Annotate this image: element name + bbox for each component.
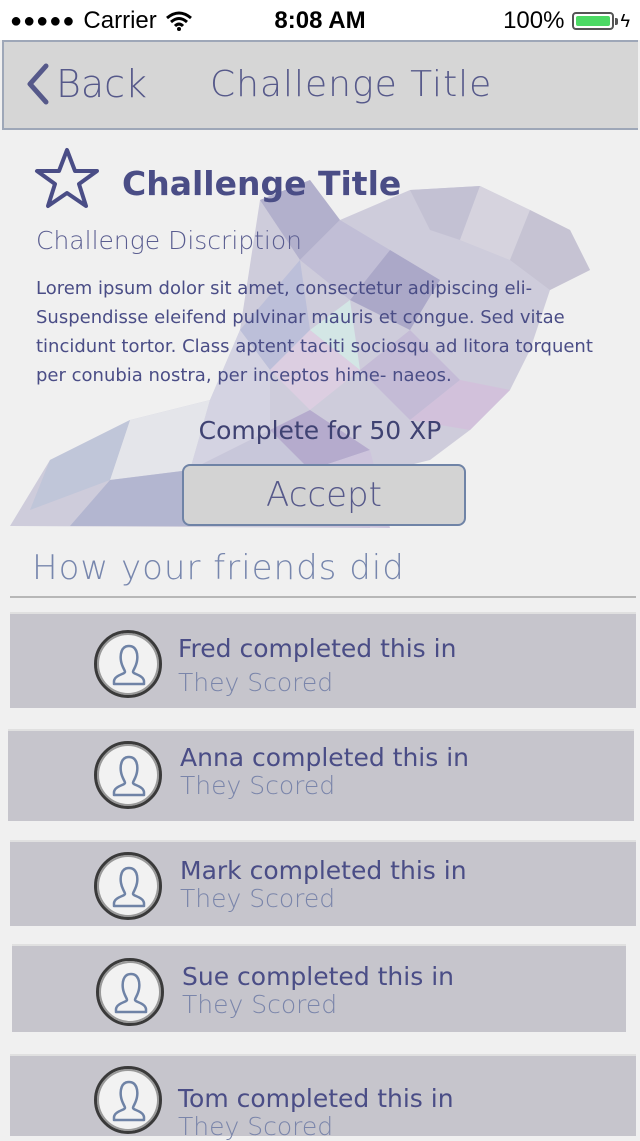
friend-name-line: Anna completed this in xyxy=(180,743,470,772)
avatar xyxy=(94,852,162,920)
friend-list-item[interactable]: Anna completed this in They Scored xyxy=(8,729,634,821)
status-right: 100% ϟ xyxy=(503,7,630,35)
friend-score-line: They Scored xyxy=(178,668,334,697)
chevron-left-icon xyxy=(27,63,49,105)
accept-button[interactable]: Accept xyxy=(182,464,466,526)
avatar xyxy=(94,741,162,809)
battery-percent: 100% xyxy=(503,7,565,34)
xp-reward-text: Complete for 50 XP xyxy=(198,416,442,445)
friend-name-line: Fred completed this in xyxy=(178,634,457,663)
user-silhouette-icon xyxy=(112,1080,146,1122)
friend-list-item[interactable]: Tom completed this in They Scored xyxy=(10,1054,636,1141)
nav-title: Challenge Title xyxy=(210,64,493,105)
battery-icon xyxy=(572,12,619,30)
battery-fill xyxy=(576,16,611,26)
divider xyxy=(10,596,636,598)
friend-score-line: They Scored xyxy=(180,884,336,913)
star-outline-icon[interactable] xyxy=(34,146,100,212)
user-silhouette-icon xyxy=(112,866,146,908)
challenge-title: Challenge Title xyxy=(122,164,402,203)
user-silhouette-icon xyxy=(114,972,148,1014)
user-silhouette-icon xyxy=(112,644,146,686)
friend-score-line: They Scored xyxy=(182,990,338,1019)
friend-name-line: Sue completed this in xyxy=(182,962,454,991)
avatar xyxy=(94,630,162,698)
friends-section-heading: How your friends did xyxy=(32,548,405,588)
user-silhouette-icon xyxy=(112,755,146,797)
battery-nub xyxy=(615,18,619,25)
challenge-description-label: Challenge Discription xyxy=(36,226,303,255)
friend-list-item[interactable]: Sue completed this in They Scored xyxy=(12,944,626,1032)
charging-bolt-icon: ϟ xyxy=(620,10,630,31)
friend-list-item[interactable]: Fred completed this in They Scored xyxy=(10,612,636,708)
challenge-card: Challenge Title Challenge Discription Lo… xyxy=(10,130,638,528)
friend-score-line: They Scored xyxy=(178,1112,334,1141)
friend-list-item[interactable]: Mark completed this in They Scored xyxy=(10,840,636,926)
friend-name-line: Tom completed this in xyxy=(178,1084,454,1113)
status-bar: ●●●●● Carrier 8:08 AM 100% ϟ xyxy=(0,0,640,40)
avatar xyxy=(94,1066,162,1134)
avatar xyxy=(96,958,164,1026)
navigation-bar: Back Challenge Title xyxy=(2,40,638,130)
friend-name-line: Mark completed this in xyxy=(180,856,467,885)
friend-score-line: They Scored xyxy=(180,771,336,800)
challenge-body-text: Lorem ipsum dolor sit amet, consectetur … xyxy=(36,278,593,386)
back-label: Back xyxy=(56,62,148,106)
back-button[interactable]: Back xyxy=(24,62,147,106)
